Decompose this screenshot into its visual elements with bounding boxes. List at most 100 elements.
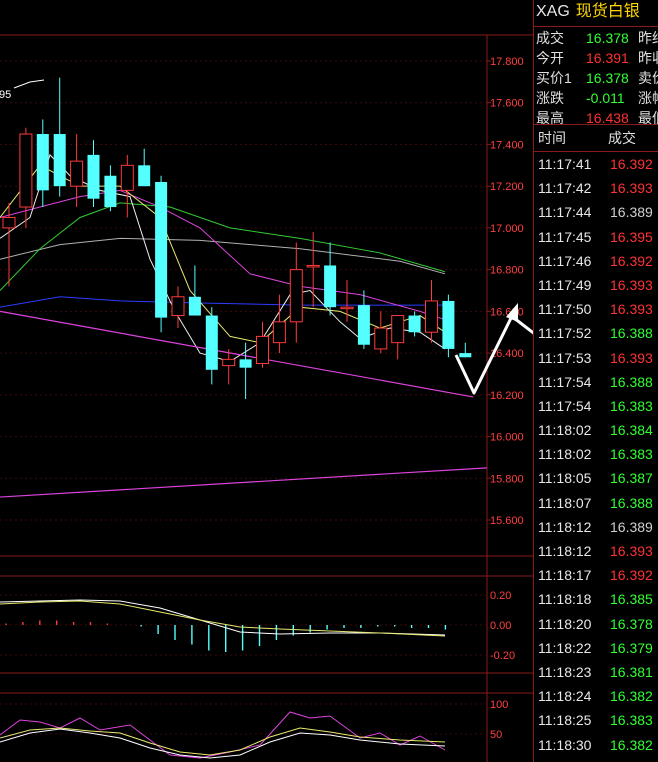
tick-row: 11:18:02 16.383 (534, 442, 658, 466)
macd-dif-line (0, 599, 446, 636)
tick-time: 11:18:07 (538, 494, 592, 511)
tick-time: 11:18:25 (538, 712, 592, 729)
candle-body (53, 134, 66, 187)
tick-price: 16.392 (610, 567, 653, 584)
quote-value: 16.378 (586, 30, 629, 46)
tick-price: 16.388 (610, 325, 653, 342)
quote-value: 16.378 (586, 70, 629, 86)
macd-dea-line (0, 600, 446, 637)
candle-body (306, 264, 320, 268)
quote-value: 16.391 (586, 50, 629, 66)
kline-chart[interactable]: 17.800 17.600 17.400 17.200 17.000 16.800 16.6… (0, 0, 533, 762)
price-tick-label: 15.600 (490, 515, 524, 527)
quote-label-2: 涨幅 (638, 90, 658, 106)
tick-price: 16.393 (610, 543, 653, 559)
tick-time: 11:17:53 (538, 349, 592, 366)
tick-time: 11:18:02 (538, 446, 592, 463)
ma-yellow-line (0, 164, 446, 344)
quote-value: -0.011 (586, 90, 625, 106)
tick-row: 11:17:44 16.389 (534, 200, 658, 224)
tick-row: 11:18:23 16.381 (534, 660, 658, 684)
price-tick-label: 16.200 (490, 390, 524, 402)
tick-row: 11:18:30 16.382 (534, 733, 658, 757)
tick-row: 11:18:32 16.378 (534, 757, 658, 762)
candle-body (374, 327, 388, 350)
ma-blue-line (0, 296, 445, 308)
tick-time: 11:18:17 (538, 567, 592, 584)
candle-body (70, 160, 84, 187)
tick-time: 11:18:24 (538, 688, 592, 705)
tick-row: 11:17:42 16.393 (534, 176, 658, 200)
trendline-lower (0, 467, 488, 498)
tick-time: 11:18:18 (538, 591, 592, 608)
tick-price: 16.393 (610, 276, 653, 293)
price-tick-label: 17.800 (490, 56, 524, 68)
tick-time: 11:18:23 (538, 663, 592, 680)
tick-price: 16.378 (610, 615, 653, 632)
tick-list[interactable]: 11:17:41 16.392 11:17:42 16.393 11:17:44 16.3… (534, 152, 658, 762)
ticks-header: 时间 成交 (534, 125, 658, 152)
quote-label-2: 昨结 (638, 30, 658, 46)
tick-price: 16.389 (610, 518, 653, 535)
candle-body (171, 296, 185, 317)
tick-price: 16.381 (610, 663, 653, 680)
quote-row: 成交 16.378 昨结 (534, 28, 658, 48)
tick-price: 16.389 (610, 204, 653, 221)
tick-row: 11:17:53 16.393 (534, 346, 658, 370)
tick-row: 11:17:41 16.392 (534, 152, 658, 176)
tick-row: 11:18:22 16.379 (534, 636, 658, 660)
tick-time: 11:17:46 (538, 252, 592, 269)
price-tick-label: 17.400 (490, 139, 524, 151)
tick-time: 11:17:42 (538, 180, 592, 197)
candle-body (138, 165, 151, 187)
tick-time: 11:17:44 (538, 204, 592, 221)
tick-price: 16.387 (610, 470, 653, 487)
candle-body (2, 216, 16, 229)
tick-row: 11:17:54 16.383 (534, 394, 658, 418)
tick-row: 11:18:24 16.382 (534, 684, 658, 708)
symbol-header: XAG 现货白银 (534, 0, 658, 27)
tick-time: 11:18:20 (538, 615, 592, 632)
candle-body (340, 306, 354, 310)
ma-green-line (0, 202, 446, 291)
tick-price: 16.383 (610, 397, 653, 414)
tick-row: 11:17:50 16.393 (534, 297, 658, 321)
ma-gray-line (0, 237, 446, 275)
quote-label: 涨跌 (536, 90, 564, 106)
candle-body (36, 134, 49, 191)
kline-svg[interactable]: 17.80017.60017.40017.20017.00016.80016.6… (0, 0, 533, 762)
price-tick-label: 17.600 (490, 98, 524, 110)
kdj-j-line (0, 711, 446, 759)
tick-row: 11:17:45 16.395 (534, 225, 658, 249)
tick-row: 11:18:05 16.387 (534, 466, 658, 490)
quote-label: 买价1 (536, 70, 572, 86)
candle-body (239, 359, 252, 368)
quote-panel: XAG 现货白银 成交 16.378 昨结今开 16.391 昨收买价1 16.378 卖价涨… (533, 0, 658, 762)
tick-time: 11:17:52 (538, 325, 592, 342)
tick-time: 11:17:49 (538, 276, 592, 293)
ma-magenta-line (0, 189, 446, 321)
tick-time: 11:18:30 (538, 736, 592, 753)
candle-body (324, 265, 337, 308)
tick-row: 11:18:12 16.389 (534, 515, 658, 539)
quote-row: 买价1 16.378 卖价 (534, 68, 658, 88)
tick-price: 16.384 (610, 422, 653, 439)
tick-time: 11:18:02 (538, 422, 592, 439)
tick-row: 11:18:25 16.383 (534, 708, 658, 732)
tick-row: 11:18:12 16.393 (534, 539, 658, 563)
tick-price: 16.388 (610, 373, 653, 390)
tick-time: 11:18:22 (538, 639, 592, 656)
tick-price: 16.383 (610, 446, 653, 463)
tick-price: 16.388 (610, 494, 653, 511)
tick-time: 11:17:54 (538, 373, 592, 390)
tick-price: 16.383 (610, 712, 653, 729)
tick-price: 16.393 (610, 349, 653, 366)
max-price-label: 95 (0, 89, 11, 101)
kdj-tick-label: 50 (490, 729, 502, 741)
quote-label-2: 昨收 (638, 50, 658, 66)
symbol-code: XAG (536, 3, 570, 20)
quote-label-2: 卖价 (638, 70, 658, 86)
tick-price: 16.379 (610, 639, 653, 656)
tick-price: 16.385 (610, 591, 653, 608)
candle-body (205, 315, 218, 370)
